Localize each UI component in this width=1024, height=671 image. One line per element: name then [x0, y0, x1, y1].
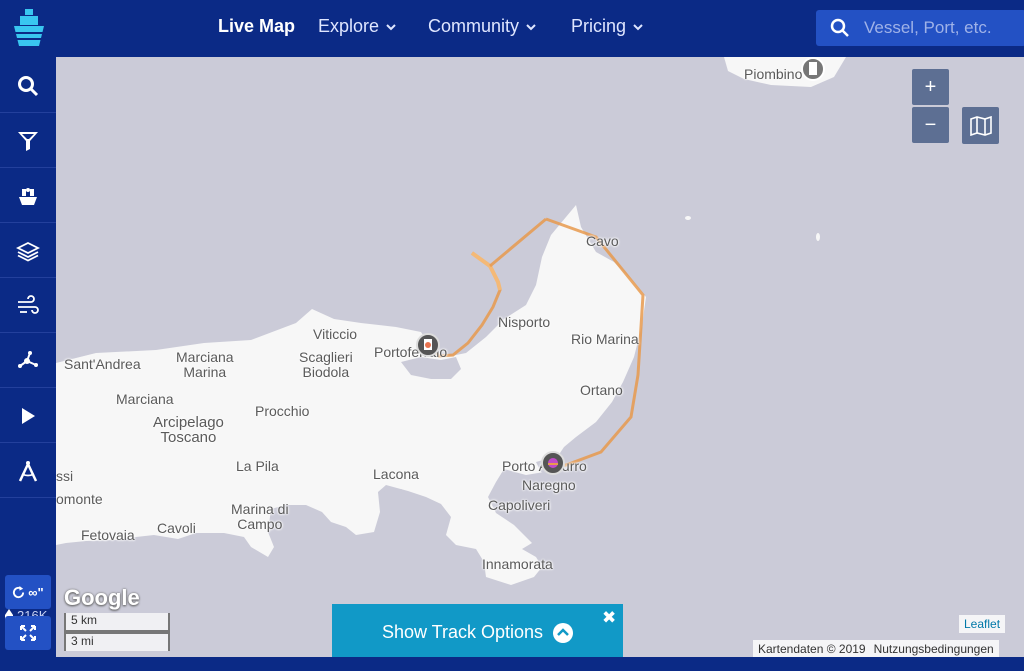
search-button[interactable] [0, 59, 56, 113]
place-label: Arcipelago Toscano [153, 414, 224, 446]
fullscreen-button[interactable] [5, 616, 51, 650]
map-icon [969, 115, 992, 136]
place-label: ssi [56, 468, 74, 484]
nav-live-map-label: Live Map [218, 16, 296, 36]
close-track-button[interactable]: ✖ [602, 608, 616, 628]
filter-icon [18, 131, 38, 151]
zoom-in-label: + [924, 75, 937, 98]
place-label: Ortano [580, 382, 623, 398]
port-marker-piombino[interactable] [800, 57, 826, 87]
search-placeholder: Vessel, Port, etc. [864, 18, 992, 37]
scale-bar-mi: 3 mi [64, 632, 170, 651]
place-label: Viticcio [313, 326, 358, 342]
place-label: Marciana [116, 391, 174, 407]
search-icon [18, 75, 39, 96]
place-label: Cavo [586, 233, 619, 249]
nav-community[interactable]: Community [428, 16, 537, 37]
chevron-down-icon [633, 23, 643, 30]
layers-icon [16, 241, 40, 262]
fullscreen-icon [20, 625, 36, 641]
fleet-icon [19, 187, 37, 205]
map-data-credit: Kartendaten © 2019 [758, 642, 866, 656]
map-toolbar: 216K ∞" [0, 57, 56, 671]
place-label: Marina di Campo [231, 501, 289, 532]
place-label: Innamorata [482, 556, 553, 572]
bottom-strip [0, 657, 1024, 671]
place-label: Nisporto [498, 314, 551, 330]
measure-button[interactable] [0, 444, 56, 498]
search-box[interactable]: Vessel, Port, etc. [816, 10, 1024, 46]
vessel-marker-icon [541, 451, 565, 475]
track-options-label: Show Track Options [381, 622, 544, 642]
chevron-up-icon [553, 622, 574, 643]
fleet-button[interactable] [0, 169, 56, 223]
nav-explore[interactable]: Explore [318, 16, 397, 37]
top-navigation-bar: Live Map Explore Community Pricing Vesse… [0, 0, 1024, 57]
nav-pricing[interactable]: Pricing [571, 16, 644, 37]
compass-icon [18, 460, 38, 482]
place-label: Scaglieri Biodola [299, 349, 353, 380]
place-label: Procchio [255, 403, 310, 419]
place-label: Capoliveri [488, 497, 551, 513]
place-label: Marciana Marina [176, 349, 234, 380]
place-label: omonte [56, 491, 103, 507]
scale-bar-km: 5 km [64, 613, 170, 632]
place-label: Lacona [373, 466, 419, 482]
map-attribution: Kartendaten © 2019 Nutzungsbedingungen [753, 640, 999, 657]
place-label: Cavoli [157, 520, 196, 536]
play-icon [22, 407, 35, 424]
place-label: Piombino [744, 66, 803, 82]
show-track-options-button[interactable]: Show Track Options [332, 604, 623, 661]
filter-button[interactable] [0, 114, 56, 168]
port-icon [416, 333, 440, 357]
place-label: Fetovaia [81, 527, 135, 543]
map-type-button[interactable] [962, 107, 999, 144]
place-label: Sant'Andrea [64, 356, 141, 372]
nav-pricing-label: Pricing [571, 16, 627, 36]
zoom-in-button[interactable]: + [912, 69, 949, 105]
refresh-button[interactable]: ∞" [5, 575, 51, 609]
network-icon [18, 350, 38, 368]
chevron-down-icon [526, 23, 536, 30]
refresh-label: ∞" [28, 584, 44, 600]
port-marker-porto-azzurro[interactable] [540, 450, 566, 481]
chevron-down-icon [386, 23, 396, 30]
weather-button[interactable] [0, 279, 56, 333]
place-label: La Pila [236, 458, 279, 474]
google-logo: Google [64, 585, 140, 610]
search-icon [830, 18, 849, 37]
leaflet-link[interactable]: Leaflet [959, 615, 1006, 633]
nav-live-map[interactable]: Live Map [218, 16, 295, 37]
nav-explore-label: Explore [318, 16, 380, 36]
zoom-out-label: − [924, 113, 937, 136]
map-canvas[interactable]: Piombino Cavo Viticcio Nisporto Rio Mari… [56, 57, 1024, 657]
place-label: Rio Marina [571, 331, 639, 347]
terms-link[interactable]: Nutzungsbedingungen [874, 642, 994, 656]
play-button[interactable] [0, 389, 56, 443]
marinetraffic-logo-icon[interactable] [6, 6, 52, 52]
port-icon [801, 57, 825, 81]
zoom-out-button[interactable]: − [912, 107, 949, 143]
refresh-icon [13, 585, 25, 598]
layers-button[interactable] [0, 224, 56, 278]
nav-community-label: Community [428, 16, 520, 36]
wind-icon [18, 294, 39, 314]
port-marker-portoferraio[interactable] [415, 332, 441, 363]
network-button[interactable] [0, 334, 56, 388]
